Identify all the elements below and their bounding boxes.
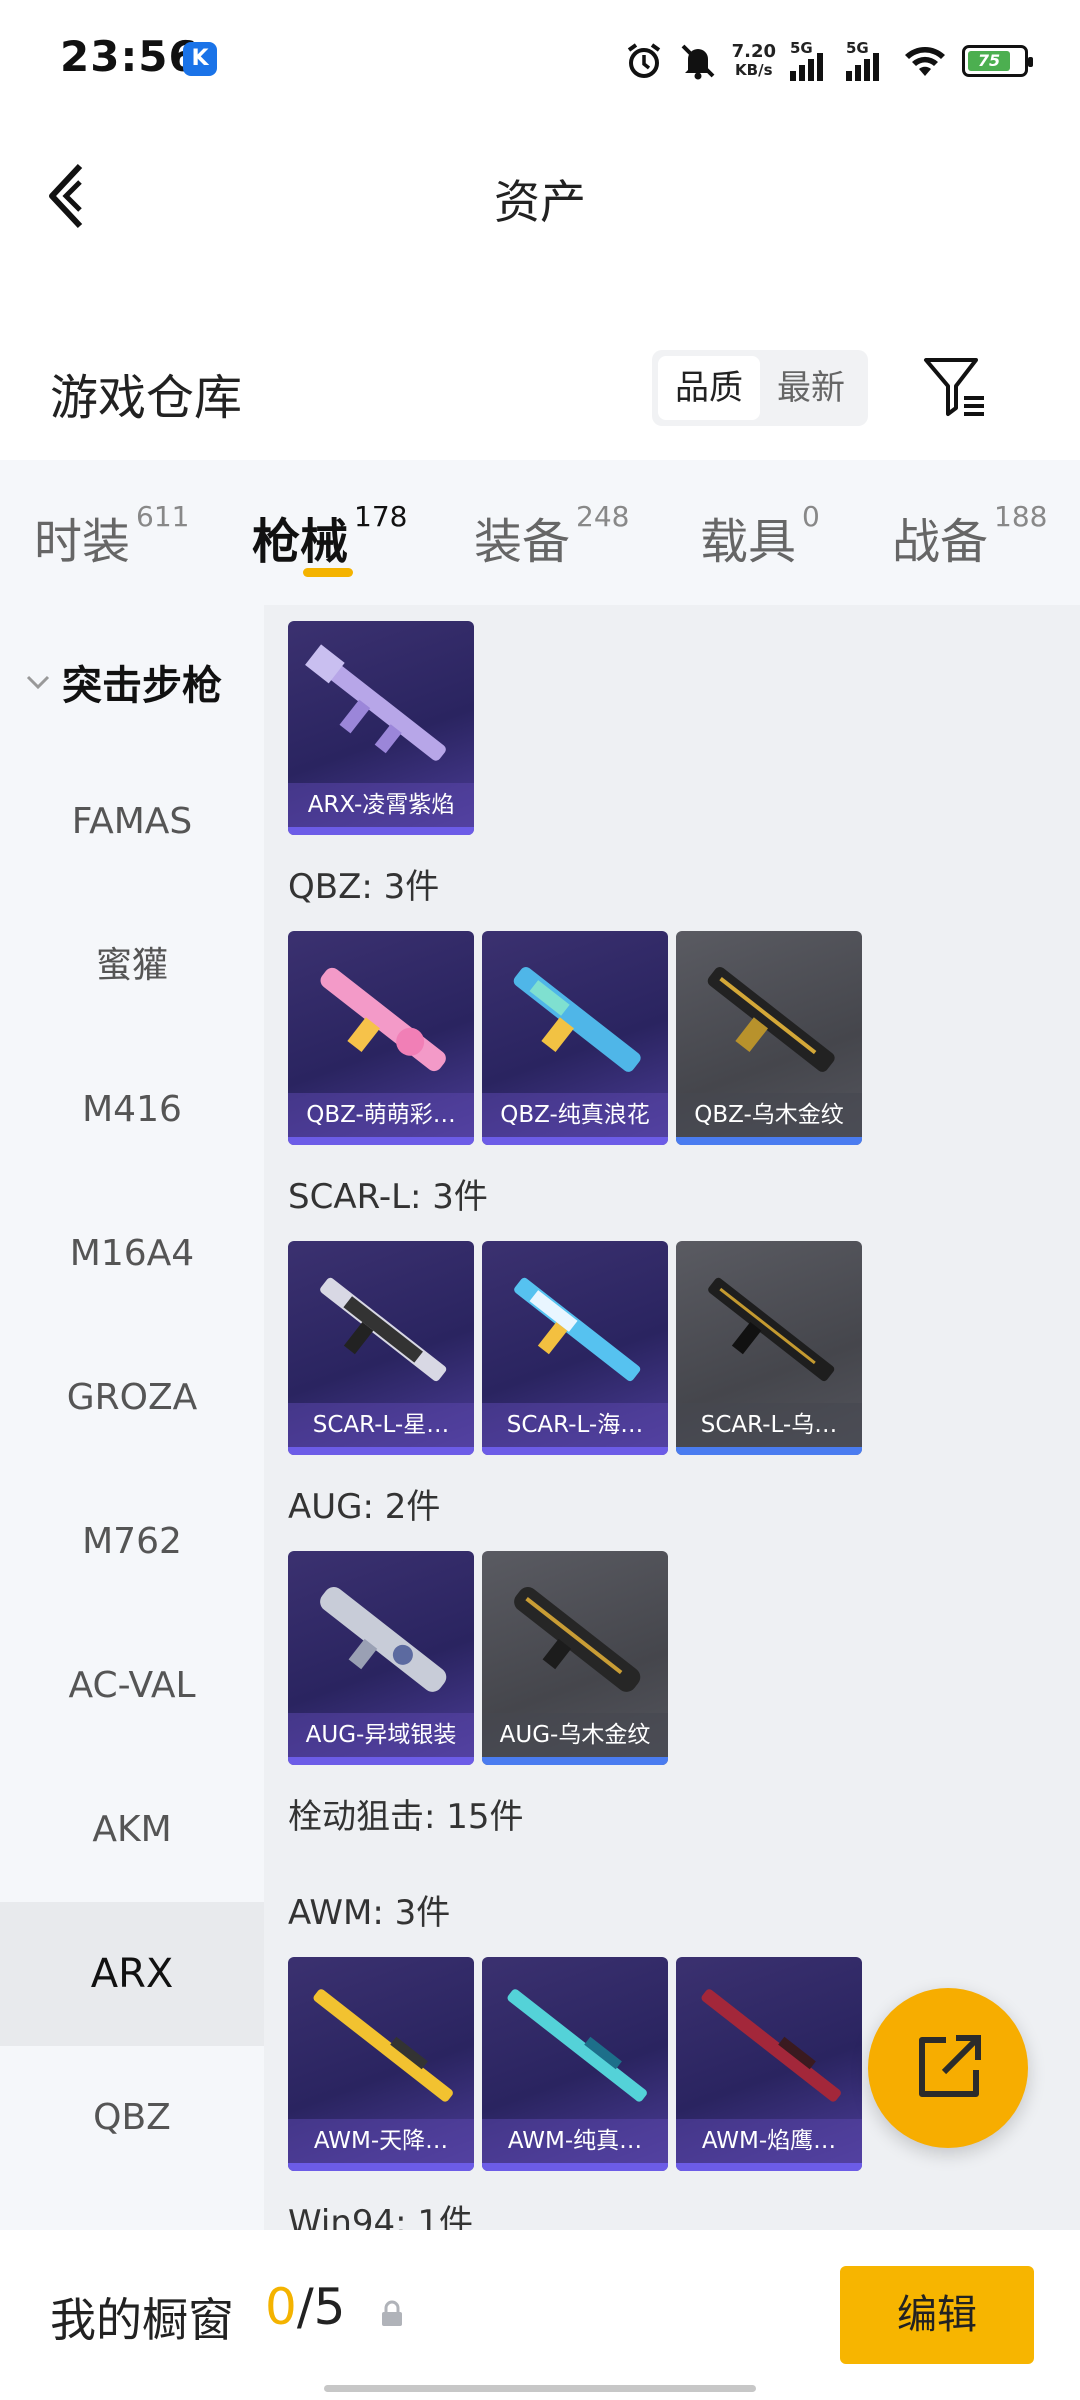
- rifle-skin-icon: [707, 967, 835, 1072]
- showcase-label: 我的橱窗: [50, 2293, 234, 2347]
- weapon-grid: ARX-凌霄紫焰 QBZ: 3件 QBZ-萌萌彩… QBZ-纯真浪花 QBZ-乌…: [264, 605, 1080, 2230]
- edit-button[interactable]: 编辑: [840, 2266, 1034, 2364]
- rifle-skin-icon: [514, 1587, 641, 1692]
- rifle-skin-icon: [513, 967, 641, 1072]
- sort-latest-button[interactable]: 最新: [760, 356, 862, 420]
- alarm-icon: [627, 43, 660, 78]
- top-nav: 资产: [0, 120, 1080, 270]
- showcase-count: 0/5: [265, 2278, 346, 2336]
- rifle-skin-icon: [514, 1277, 641, 1382]
- app-notification-icon: K: [183, 42, 217, 76]
- sidebar-item-akm[interactable]: AKM: [0, 1758, 264, 1902]
- network-speed: 7.20 KB/s: [731, 41, 776, 80]
- section-scar-l: SCAR-L: 3件: [288, 1177, 488, 1217]
- sidebar-item-m16a4[interactable]: M16A4: [0, 1182, 264, 1326]
- tab-fashion[interactable]: 时装 611: [34, 500, 189, 572]
- section-bolt-action: 栓动狙击: 15件: [288, 1797, 524, 1837]
- status-time: 23:56: [60, 32, 199, 81]
- filter-icon[interactable]: [920, 352, 990, 422]
- signal-1-icon: 5G: [790, 39, 832, 81]
- weapon-card[interactable]: QBZ-纯真浪花: [482, 931, 668, 1145]
- sniper-skin-icon: [701, 1989, 841, 2102]
- sidebar-item-arx[interactable]: ARX: [0, 1902, 264, 2046]
- rifle-skin-icon: [320, 1587, 447, 1692]
- lock-icon: [382, 2300, 402, 2326]
- tab-firearms[interactable]: 枪械 178: [252, 500, 407, 572]
- weapon-card[interactable]: ARX-凌霄紫焰: [288, 621, 474, 835]
- showcase-bar: 我的橱窗 0/5 编辑: [0, 2230, 1080, 2400]
- weapon-card[interactable]: AUG-乌木金纹: [482, 1551, 668, 1765]
- weapon-card[interactable]: SCAR-L-星…: [288, 1241, 474, 1455]
- page-title: 资产: [494, 175, 586, 229]
- wifi-icon: [905, 47, 945, 76]
- sidebar-item-ac-val[interactable]: AC-VAL: [0, 1614, 264, 1758]
- sidebar-item-qbz[interactable]: QBZ: [0, 2046, 264, 2190]
- weapon-card[interactable]: AWM-天降…: [288, 1957, 474, 2171]
- warehouse-title: 游戏仓库: [50, 370, 243, 426]
- weapon-card[interactable]: SCAR-L-乌…: [676, 1241, 862, 1455]
- sidebar-group-assault-rifles[interactable]: 突击步枪: [0, 647, 264, 717]
- sidebar-item-m762[interactable]: M762: [0, 1470, 264, 1614]
- weapon-card[interactable]: AWM-焰鹰…: [676, 1957, 862, 2171]
- section-qbz: QBZ: 3件: [288, 867, 440, 907]
- sniper-skin-icon: [507, 1989, 647, 2102]
- share-fab-button[interactable]: [868, 1988, 1028, 2148]
- sidebar-item-honey-badger[interactable]: 蜜獾: [0, 894, 264, 1038]
- weapon-sidebar: 突击步枪 FAMAS 蜜獾 M416 M16A4 GROZA M762 AC-V…: [0, 605, 264, 2230]
- sidebar-item-m416[interactable]: M416: [0, 1038, 264, 1182]
- section-awm: AWM: 3件: [288, 1893, 451, 1933]
- chevron-down-icon: [26, 675, 50, 690]
- rifle-skin-icon: [320, 1277, 447, 1382]
- sort-toggle: 品质 最新: [652, 350, 868, 426]
- section-aug: AUG: 2件: [288, 1487, 441, 1527]
- rifle-skin-icon: [320, 967, 446, 1072]
- home-indicator[interactable]: [324, 2385, 756, 2392]
- status-bar: 23:56 K 7.20 KB/s 5G 5G 75: [0, 0, 1080, 120]
- rifle-skin-icon: [305, 644, 446, 761]
- sniper-skin-icon: [313, 1989, 453, 2102]
- tab-vehicles[interactable]: 载具 0: [700, 500, 820, 572]
- weapon-card[interactable]: AWM-纯真…: [482, 1957, 668, 2171]
- battery-icon: 75: [962, 45, 1033, 77]
- share-external-icon: [919, 2035, 981, 2097]
- sidebar-item-groza[interactable]: GROZA: [0, 1326, 264, 1470]
- sort-quality-button[interactable]: 品质: [658, 356, 760, 420]
- signal-2-icon: 5G: [846, 39, 888, 81]
- weapon-card[interactable]: QBZ-乌木金纹: [676, 931, 862, 1145]
- tab-equipment[interactable]: 装备 248: [474, 500, 629, 572]
- tab-supplies[interactable]: 战备 188: [892, 500, 1047, 572]
- category-tabs: 时装 611 枪械 178 装备 248 载具 0 战备 188: [0, 460, 1080, 605]
- section-win94: Win94: 1件: [288, 2203, 474, 2230]
- active-tab-indicator: [303, 568, 353, 577]
- weapon-card[interactable]: SCAR-L-海…: [482, 1241, 668, 1455]
- rifle-skin-icon: [708, 1277, 835, 1382]
- weapon-card[interactable]: AUG-异域银装: [288, 1551, 474, 1765]
- sidebar-item-famas[interactable]: FAMAS: [0, 750, 264, 894]
- weapon-card[interactable]: QBZ-萌萌彩…: [288, 931, 474, 1145]
- warehouse-header: 游戏仓库 品质 最新: [0, 330, 1080, 460]
- mute-bell-icon: [681, 44, 714, 80]
